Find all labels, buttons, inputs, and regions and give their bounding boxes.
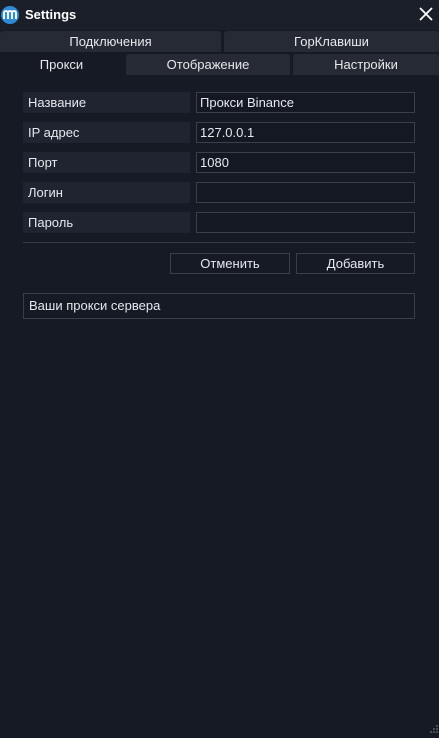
settings-window: Settings Подключения ГорКлавиши Прокси О…	[0, 0, 439, 733]
form-divider	[23, 242, 415, 243]
resize-grip-icon[interactable]	[428, 720, 438, 733]
app-logo-icon	[1, 6, 19, 24]
tab-label: Настройки	[334, 57, 398, 72]
tab-hotkeys[interactable]: ГорКлавиши	[224, 31, 439, 52]
title-bar: Settings	[0, 0, 439, 30]
tab-proxy[interactable]: Прокси	[0, 54, 123, 75]
tab-label: Подключения	[69, 34, 152, 49]
window-title: Settings	[25, 7, 77, 22]
name-label: Название	[23, 92, 190, 113]
tab-connections[interactable]: Подключения	[0, 31, 221, 52]
password-field[interactable]	[196, 212, 415, 233]
cancel-button[interactable]: Отменить	[170, 253, 290, 274]
ip-address-field[interactable]: 127.0.0.1	[196, 122, 415, 143]
login-field[interactable]	[196, 182, 415, 203]
port-field[interactable]: 1080	[196, 152, 415, 173]
proxy-list-header: Ваши прокси сервера	[23, 293, 415, 319]
tab-label: Отображение	[166, 57, 250, 72]
login-label: Логин	[23, 182, 190, 203]
port-label: Порт	[23, 152, 190, 173]
password-label: Пароль	[23, 212, 190, 233]
add-button[interactable]: Добавить	[296, 253, 415, 274]
ip-address-label: IP адрес	[23, 122, 190, 143]
name-field[interactable]: Прокси Binance	[196, 92, 415, 113]
tab-display[interactable]: Отображение	[126, 54, 290, 75]
tab-label: ГорКлавиши	[294, 34, 369, 49]
tab-settings[interactable]: Настройки	[293, 54, 439, 75]
close-icon[interactable]	[419, 7, 433, 21]
tab-label: Прокси	[39, 57, 84, 72]
